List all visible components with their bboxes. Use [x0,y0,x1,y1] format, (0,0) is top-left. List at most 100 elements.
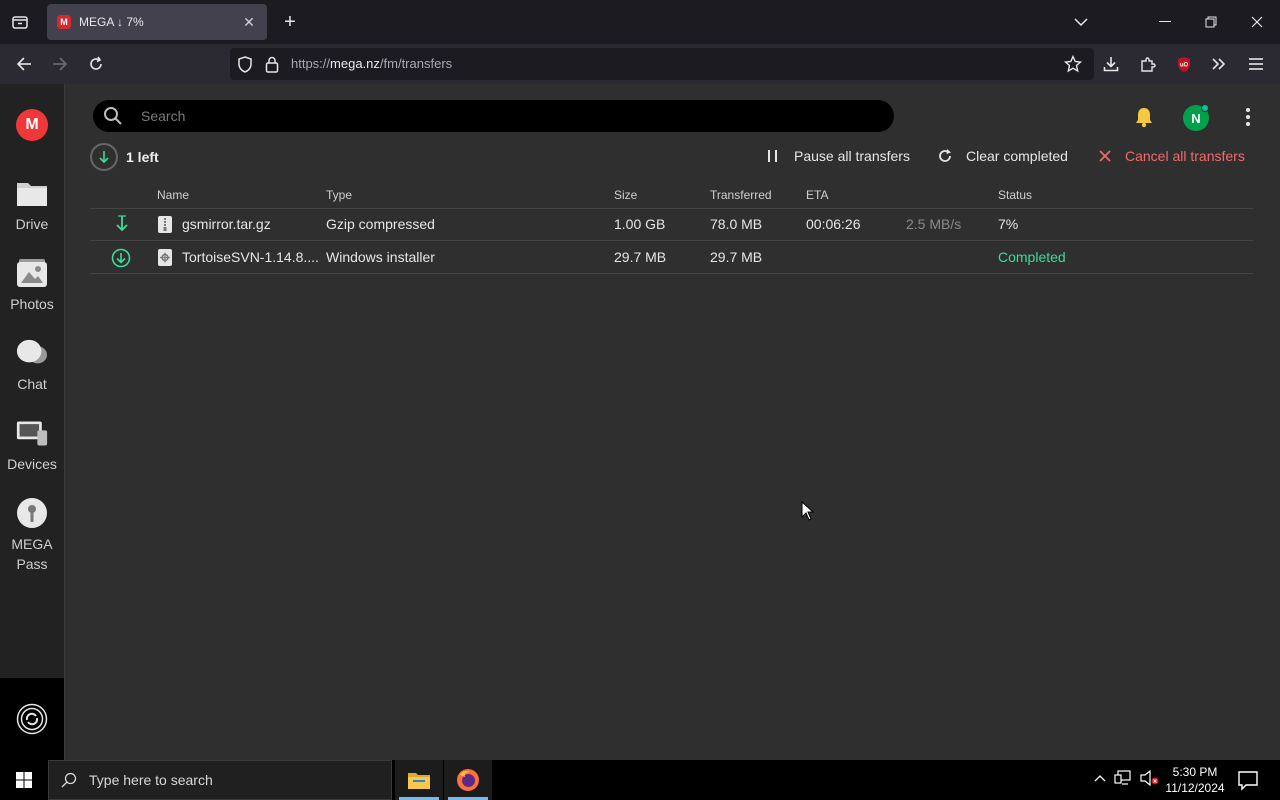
cancel-all-transfers-button[interactable]: Cancel all transfers [1099,144,1245,168]
file-name: gsmirror.tar.gz [182,216,271,232]
firefox-icon [457,769,479,791]
mega-favicon-icon: M [57,15,71,29]
svg-text:uO: uO [1180,63,1189,69]
nav-item-label: Chat [17,376,47,392]
system-tray [1094,770,1160,786]
pause-all-transfers-button[interactable]: Pause all transfers [766,144,910,168]
mega-logo[interactable]: M [16,109,48,141]
nav-item-label: Drive [15,216,49,232]
file-eta: 00:06:26 [806,216,861,232]
column-header-size[interactable]: Size [614,188,637,202]
nav-item-drive[interactable]: Drive [0,178,64,234]
folder-icon [16,178,48,208]
cancel-all-label: Cancel all transfers [1125,148,1245,164]
tab-title: MEGA ↓ 7% [79,15,144,29]
notifications-bell-icon[interactable] [1133,106,1155,128]
column-header-transferred[interactable]: Transferred [710,188,772,202]
taskbar-clock[interactable]: 5:30 PM 11/12/2024 [1160,764,1230,796]
network-icon[interactable] [1114,770,1132,786]
search-input[interactable] [141,100,841,132]
extensions-button[interactable] [1136,52,1160,76]
list-all-tabs-chevron-icon[interactable] [1069,10,1093,34]
file-transferred: 29.7 MB [710,249,763,265]
notification-center-icon[interactable] [1236,768,1260,792]
sync-icon [16,703,48,735]
pause-all-label: Pause all transfers [794,148,910,164]
url-prefix: https:// [291,56,331,71]
downloads-button[interactable] [1099,52,1123,76]
double-chevron-right-icon [1212,58,1226,70]
url-bar[interactable]: https://mega.nz/fm/transfers [230,48,1094,80]
file-name: TortoiseSVN-1.14.8.... [182,249,319,265]
download-icon [1103,57,1119,72]
more-options-kebab-icon[interactable] [1238,106,1258,128]
column-header-status[interactable]: Status [998,188,1032,202]
back-button[interactable] [12,52,36,76]
restore-window-icon[interactable] [1199,10,1223,34]
clock-time: 5:30 PM [1172,765,1218,779]
back-arrow-icon [16,57,31,71]
volume-muted-icon[interactable] [1140,770,1160,786]
ublock-extension-button[interactable]: uO [1172,52,1196,76]
nav-item-chat[interactable]: Chat [0,338,64,394]
new-tab-button[interactable]: + [278,10,302,34]
taskbar-search-box[interactable]: Type here to search [48,760,392,800]
lock-icon[interactable] [265,56,279,73]
overflow-menu-button[interactable] [1207,52,1231,76]
reload-icon [90,56,102,70]
tab-list-button[interactable] [8,10,32,34]
tab-close-icon[interactable]: ✕ [237,10,261,34]
table-row[interactable]: gsmirror.tar.gz Gzip compressed 1.00 GB … [90,208,1253,241]
sync-app-button[interactable] [0,678,64,760]
app-menu-button[interactable] [1244,52,1268,76]
download-complete-circle-icon [111,248,131,268]
column-header-name[interactable]: Name [157,188,189,202]
transfers-left-indicator: 1 left [90,143,159,171]
search-icon [104,107,122,125]
taskbar-search-placeholder: Type here to search [89,772,213,788]
ublock-shield-icon: uO [1178,57,1190,72]
mega-app: M Drive Photos Chat Devices MEGA Pass Se… [0,84,1280,760]
nav-item-label: MEGA Pass [11,536,53,572]
url-text[interactable]: https://mega.nz/fm/transfers [291,56,452,71]
column-header-type[interactable]: Type [326,188,352,202]
photos-icon [16,258,48,288]
online-status-dot [1201,104,1209,112]
devices-icon [16,418,48,448]
left-navigation: M Drive Photos Chat Devices MEGA Pass [0,84,65,760]
nav-item-photos[interactable]: Photos [0,258,64,314]
pause-icon [766,149,780,163]
file-size: 29.7 MB [614,249,667,265]
nav-item-devices[interactable]: Devices [0,418,64,474]
transfers-left-count: 1 left [126,149,159,165]
search-icon [61,772,77,788]
firefox-button[interactable] [444,760,492,800]
browser-nav-bar: https://mega.nz/fm/transfers uO [0,44,1280,84]
column-header-eta[interactable]: ETA [806,188,828,202]
close-window-icon[interactable] [1245,10,1269,34]
chevron-up-icon[interactable] [1094,774,1106,782]
clear-completed-button[interactable]: Clear completed [938,144,1068,168]
clear-completed-label: Clear completed [966,148,1068,164]
file-type: Windows installer [326,249,435,265]
transfer-status: 7% [998,216,1019,232]
table-row[interactable]: TortoiseSVN-1.14.8.... Windows installer… [90,241,1253,274]
shield-icon[interactable] [237,56,253,73]
search-bar[interactable] [93,100,894,132]
windows-taskbar: Type here to search 5:30 PM 11/12/2024 [0,760,1280,800]
nav-item-label: Photos [10,296,54,312]
bookmark-star-button[interactable] [1061,52,1085,76]
url-path: /fm/transfers [379,56,453,71]
minimize-window-icon[interactable] [1153,10,1177,34]
cancel-x-icon [1099,150,1111,162]
forward-button[interactable] [48,52,72,76]
nav-item-mega-pass[interactable]: MEGA Pass [0,498,64,574]
file-explorer-button[interactable] [395,760,443,800]
refresh-icon [938,149,952,163]
start-button[interactable] [0,760,48,800]
nav-item-label: Devices [7,456,57,472]
downloading-arrow-icon [116,215,128,232]
reload-button[interactable] [84,52,108,76]
file-size: 1.00 GB [614,216,666,232]
browser-tab[interactable]: M MEGA ↓ 7% ✕ [47,4,267,40]
